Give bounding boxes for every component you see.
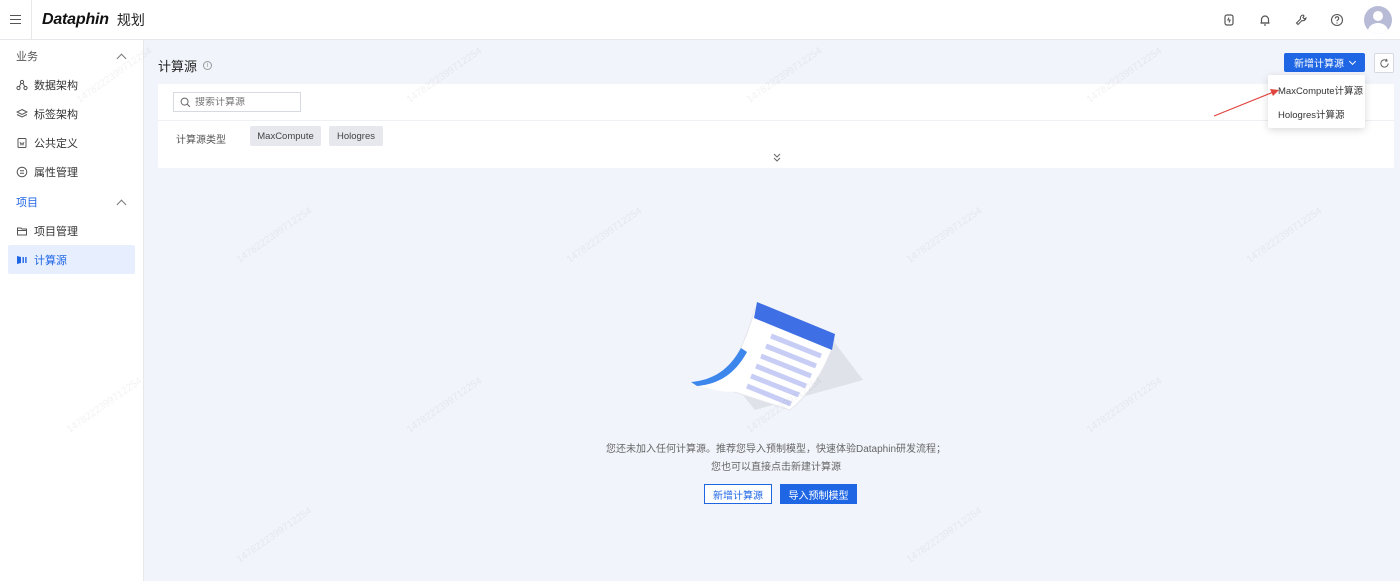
sidebar-item-attribute-management[interactable]: 属性管理 <box>0 157 143 186</box>
search-field[interactable] <box>173 92 301 112</box>
folder-icon <box>16 225 28 237</box>
empty-illustration <box>691 302 863 411</box>
annotation-arrow <box>1213 89 1279 117</box>
new-compute-source-button[interactable]: 新增计算源 <box>1284 53 1365 72</box>
sidebar-item-label: 数据架构 <box>34 79 78 92</box>
tag-hologres[interactable]: Hologres <box>329 126 383 146</box>
wrench-icon[interactable] <box>1290 9 1312 31</box>
search-input[interactable] <box>195 96 295 108</box>
refresh-icon <box>1379 58 1389 68</box>
sidebar-item-data-architecture[interactable]: 数据架构 <box>0 70 143 99</box>
compute-source-icon <box>16 254 28 266</box>
document-icon <box>16 137 28 149</box>
menu-icon[interactable] <box>0 0 32 40</box>
new-compute-source-button-secondary[interactable]: 新增计算源 <box>704 484 772 504</box>
group-label: 业务 <box>16 51 38 63</box>
divider <box>158 120 1394 121</box>
sidebar-item-tag-architecture[interactable]: 标签架构 <box>0 99 143 128</box>
page-title-text: 计算源 <box>158 59 198 74</box>
sidebar-item-label: 计算源 <box>34 254 67 267</box>
sidebar-group-business[interactable]: 业务 <box>0 42 143 70</box>
group-label: 项目 <box>16 197 38 209</box>
sidebar-item-public-definition[interactable]: 公共定义 <box>0 128 143 157</box>
refresh-button[interactable] <box>1374 53 1394 73</box>
sidebar-item-project-management[interactable]: 项目管理 <box>0 216 143 245</box>
chevron-up-icon <box>116 199 127 209</box>
top-bar: Dataphin 规划 <box>0 0 1400 40</box>
network-icon <box>16 79 28 91</box>
filter-panel: 计算源类型 MaxCompute Hologres <box>158 84 1394 168</box>
empty-state-line2: 您也可以直接点击新建计算源 <box>711 462 841 473</box>
sidebar-item-label: 公共定义 <box>34 137 78 150</box>
sidebar-item-label: 标签架构 <box>34 108 78 121</box>
avatar[interactable] <box>1364 6 1392 34</box>
chevron-down-icon <box>1348 57 1357 65</box>
sidebar-item-label: 属性管理 <box>34 166 78 179</box>
layers-icon <box>16 108 28 120</box>
sidebar-item-compute-source[interactable]: 计算源 <box>8 245 135 274</box>
tag-maxcompute[interactable]: MaxCompute <box>250 126 321 146</box>
help-icon[interactable] <box>1326 9 1348 31</box>
list-circle-icon <box>16 166 28 178</box>
search-icon <box>180 97 191 107</box>
logo[interactable]: Dataphin 规划 <box>42 10 145 30</box>
info-icon[interactable]: i <box>203 61 213 70</box>
sidebar-item-label: 项目管理 <box>34 225 78 238</box>
button-label: 新增计算源 <box>1294 59 1344 70</box>
chevron-up-icon <box>116 53 127 63</box>
shield-icon[interactable] <box>1218 9 1240 31</box>
expand-icon[interactable] <box>772 152 782 164</box>
bell-icon[interactable] <box>1254 9 1276 31</box>
empty-state-line1: 您还未加入任何计算源。推荐您导入预制模型，快速体验Dataphin研发流程； <box>605 444 947 455</box>
module-name: 规划 <box>116 11 145 28</box>
sidebar: 业务 数据架构 标签架构 公共定义 属性管理 项目 项目管理 计算源 <box>0 40 144 581</box>
import-preset-model-button[interactable]: 导入预制模型 <box>780 484 857 504</box>
page-title: 计算源 i <box>158 56 213 75</box>
type-filter-label: 计算源类型 <box>176 135 226 146</box>
sidebar-group-project[interactable]: 项目 <box>0 188 143 216</box>
brand-name: Dataphin <box>42 10 109 28</box>
